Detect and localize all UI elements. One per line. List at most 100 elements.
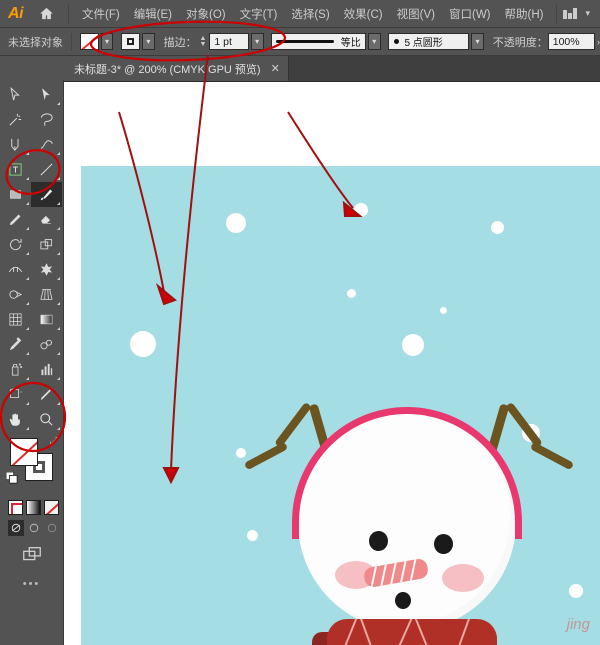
menu-file[interactable]: 文件(F) [75, 2, 127, 26]
selection-tool[interactable] [0, 82, 31, 107]
menu-view[interactable]: 视图(V) [390, 2, 442, 26]
brush-chevron-down-icon[interactable]: ▾ [471, 33, 484, 50]
stroke-profile-chevron-down-icon[interactable]: ▾ [367, 33, 381, 50]
stroke-weight-label: 描边： [163, 36, 197, 49]
scale-tool[interactable] [31, 232, 62, 257]
snowflake [440, 307, 447, 314]
drawing-mode-normal[interactable] [8, 520, 24, 536]
control-divider-1 [71, 32, 72, 51]
drawing-mode-inside[interactable] [44, 520, 60, 536]
snowflake [354, 203, 368, 217]
menu-object[interactable]: 对象(O) [179, 2, 233, 26]
column-graph-tool[interactable] [31, 357, 62, 382]
stroke-color-swatch[interactable] [121, 33, 140, 50]
brush-label: 5 点圆形 [404, 38, 443, 49]
curvature-tool[interactable] [31, 132, 62, 157]
fill-stroke-cluster: ⤢ [0, 436, 64, 498]
document-tab[interactable]: 未标题-3* @ 200% (CMYK/GPU 预览) ✕ [64, 56, 289, 81]
swap-fill-stroke-icon[interactable]: ⤢ [50, 436, 58, 447]
chevron-down-icon[interactable]: ▾ [585, 8, 590, 19]
stroke-chevron-down-icon[interactable]: ▾ [141, 33, 155, 50]
stroke-profile-select[interactable]: 等比 [271, 33, 366, 50]
eye-right [434, 534, 453, 554]
line-segment-tool[interactable] [31, 157, 62, 182]
menu-divider-right [556, 3, 558, 24]
hand-tool[interactable] [0, 407, 31, 432]
snowflake [226, 213, 246, 233]
stroke-weight-input[interactable]: 1 pt [209, 33, 249, 50]
antler-right-branch-upper [505, 401, 543, 449]
shape-builder-tool[interactable] [0, 282, 31, 307]
change-screen-mode-icon[interactable] [0, 536, 63, 566]
snowman-illustration[interactable] [243, 395, 600, 645]
artboard[interactable]: jing [81, 166, 600, 645]
slice-tool[interactable] [31, 382, 62, 407]
none-mode-button[interactable] [44, 500, 59, 515]
menu-window[interactable]: 窗口(W) [442, 2, 498, 26]
fill-color-swatch[interactable] [79, 33, 99, 50]
menu-help[interactable]: 帮助(H) [498, 2, 551, 26]
stroke-profile-preview-icon [276, 40, 335, 43]
magic-wand-tool[interactable] [0, 107, 31, 132]
document-tab-bar: 未标题-3* @ 200% (CMYK/GPU 预览) ✕ [64, 56, 600, 82]
pencil-tool[interactable] [0, 207, 31, 232]
stroke-weight-stepper[interactable]: ▲ ▼ [197, 33, 210, 50]
app-logo-icon: Ai [8, 4, 24, 22]
menu-effect[interactable]: 效果(C) [337, 2, 390, 26]
illustrator-window: Ai 文件(F) 编辑(E) 对象(O) 文字(T) 选择(S) 效果(C) 视… [0, 0, 600, 645]
menu-edit[interactable]: 编辑(E) [127, 2, 179, 26]
opacity-input[interactable]: 100% [547, 33, 596, 50]
lasso-tool[interactable] [31, 107, 62, 132]
rotate-tool[interactable] [0, 232, 31, 257]
mouth-dot [395, 592, 411, 609]
scarf [327, 619, 497, 645]
snowflake [130, 331, 156, 357]
gradient-mode-button[interactable] [26, 500, 41, 515]
width-tool[interactable] [0, 257, 31, 282]
fill-swatch-button[interactable] [10, 438, 38, 466]
home-icon[interactable] [31, 0, 62, 28]
antler-left-branch-upper [274, 401, 312, 449]
drawing-mode-behind[interactable] [26, 520, 42, 536]
menu-bar: Ai 文件(F) 编辑(E) 对象(O) 文字(T) 选择(S) 效果(C) 视… [0, 0, 600, 28]
snowflake [236, 448, 246, 458]
document-tab-title: 未标题-3* @ 200% (CMYK/GPU 预览) [74, 63, 261, 76]
snowflake [491, 221, 504, 234]
eye-left [369, 531, 388, 551]
eraser-tool[interactable] [31, 207, 62, 232]
menu-select[interactable]: 选择(S) [284, 2, 336, 26]
type-tool[interactable] [0, 157, 31, 182]
fill-chevron-down-icon[interactable]: ▾ [100, 33, 114, 50]
more-tools-button[interactable]: ••• [0, 566, 63, 590]
tools-panel: ⤢ ••• [0, 80, 64, 645]
canvas-area[interactable]: jing [64, 82, 600, 645]
artboard-tool[interactable] [0, 382, 31, 407]
gradient-tool[interactable] [31, 307, 62, 332]
fill-mode-buttons [0, 498, 63, 515]
menu-type[interactable]: 文字(T) [233, 2, 285, 26]
symbol-sprayer-tool[interactable] [0, 357, 31, 382]
control-bar: 未选择对象 ▾ ▾ 描边： ▲ ▼ 1 pt ▾ 等比 ▾ 5 点圆形 ▾ 不透明… [0, 28, 600, 56]
eyedropper-tool[interactable] [0, 332, 31, 357]
color-mode-button[interactable] [8, 500, 23, 515]
workspace-switcher-icon[interactable] [563, 8, 578, 19]
mesh-tool[interactable] [0, 307, 31, 332]
stroke-profile-label: 等比 [340, 38, 361, 49]
paintbrush-tool[interactable] [31, 182, 62, 207]
antler-right-branch-lower [529, 441, 575, 471]
close-icon[interactable]: ✕ [271, 62, 280, 75]
zoom-tool[interactable] [31, 407, 62, 432]
default-fill-stroke-icon[interactable] [5, 471, 18, 484]
free-transform-tool[interactable] [31, 257, 62, 282]
menu-divider [68, 3, 69, 24]
snowflake [347, 289, 356, 298]
perspective-grid-tool[interactable] [31, 282, 62, 307]
blend-tool[interactable] [31, 332, 62, 357]
pen-tool[interactable] [0, 132, 31, 157]
brush-definition-select[interactable]: 5 点圆形 [388, 33, 470, 50]
drawing-mode-buttons [0, 515, 63, 536]
direct-selection-tool[interactable] [31, 82, 62, 107]
snowflake [402, 334, 424, 356]
stroke-weight-chevron-down-icon[interactable]: ▾ [250, 33, 264, 50]
rectangle-tool[interactable] [0, 182, 31, 207]
